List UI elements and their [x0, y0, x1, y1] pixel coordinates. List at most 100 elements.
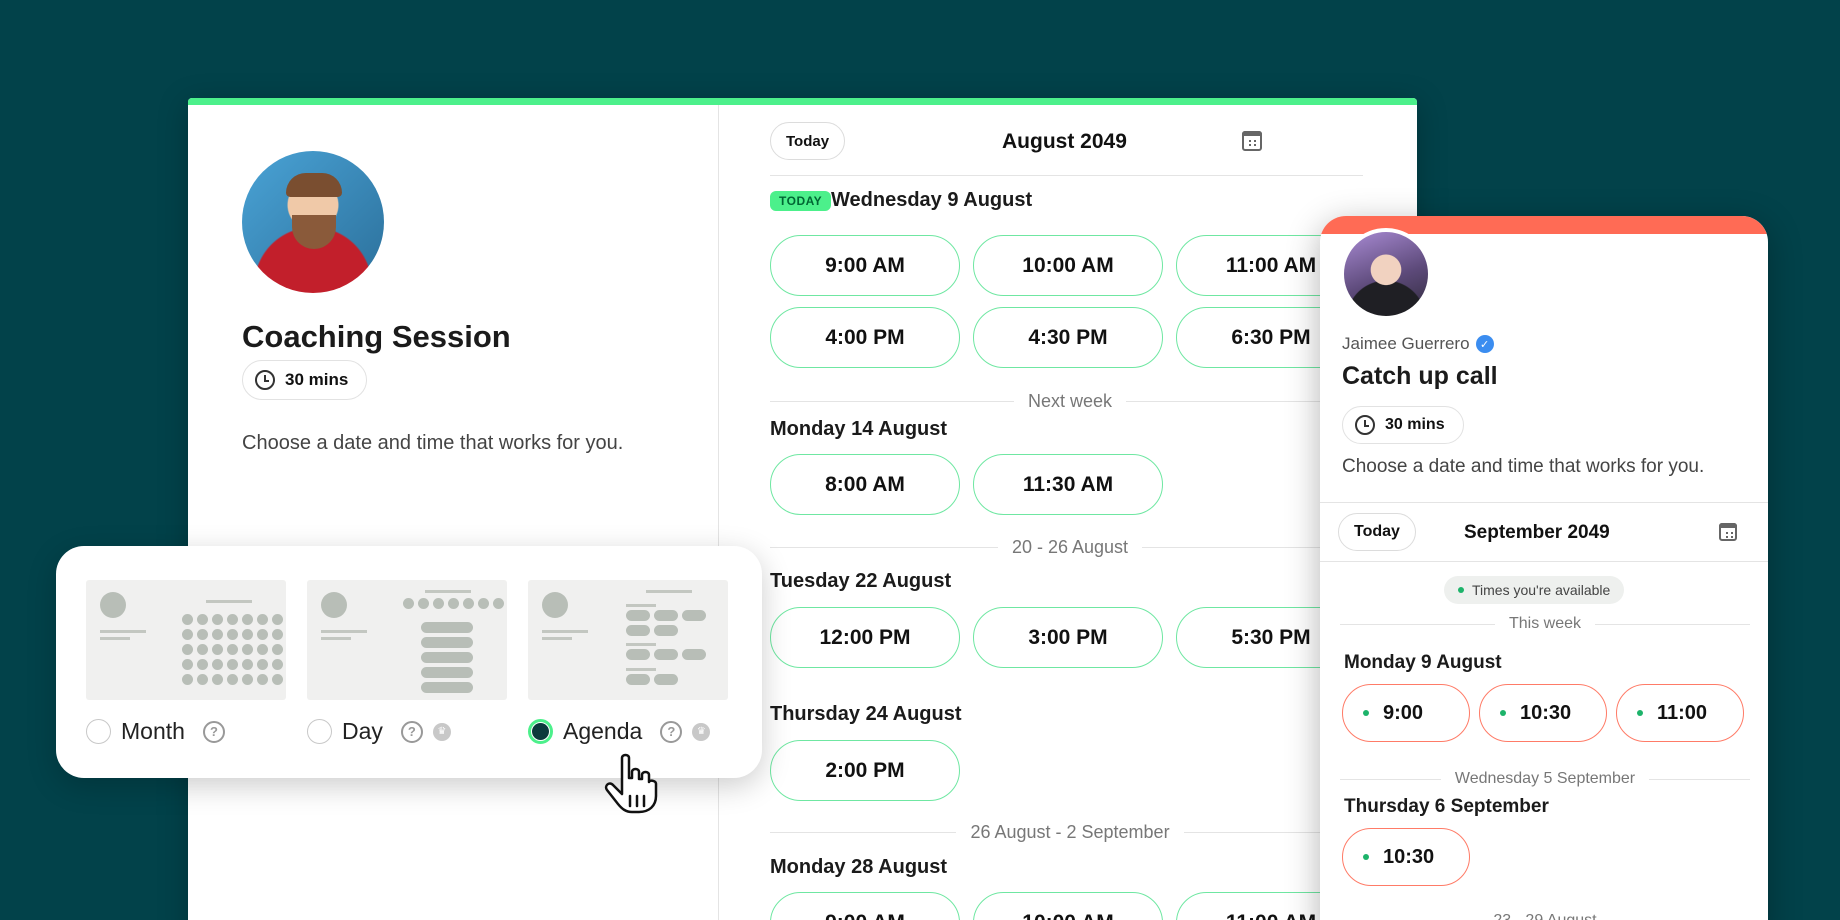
week-separator: Next week: [770, 390, 1371, 411]
preview-slot: [421, 637, 473, 648]
time-slot[interactable]: 11:30 AM: [973, 454, 1163, 515]
preview-slot: [654, 649, 678, 660]
time-slot[interactable]: 9:00 AM: [770, 892, 960, 920]
help-icon[interactable]: ?: [400, 720, 423, 743]
preview-line: [321, 630, 367, 633]
time-slot[interactable]: 10:00 AM: [973, 892, 1163, 920]
day-layout-preview[interactable]: [307, 580, 507, 700]
separator-label: 26 August - 2 September: [970, 821, 1170, 842]
time-slot[interactable]: 3:00 PM: [973, 607, 1163, 668]
day-heading: Monday 28 August: [770, 856, 948, 878]
availability-chip: Times you're available: [1444, 576, 1625, 604]
layout-option-month[interactable]: Month ?: [86, 718, 225, 745]
time-slot-label: 11:00: [1657, 701, 1708, 724]
week-separator: Wednesday 5 September: [1340, 769, 1751, 789]
header-divider: [1320, 561, 1768, 562]
host-name-label: Jaimee Guerrero: [1342, 334, 1470, 353]
hand-cursor-icon: [604, 753, 658, 814]
day-heading: Monday 9 August: [1344, 652, 1502, 673]
preview-avatar: [100, 592, 126, 618]
separator-label: 23 - 29 August: [1479, 912, 1610, 920]
duration-label: 30 mins: [1385, 416, 1445, 433]
preview-line: [100, 637, 130, 640]
host-name: Jaimee Guerrero ✓: [1342, 334, 1494, 354]
host-avatar: [242, 151, 384, 293]
preview-slot: [626, 625, 650, 636]
today-tag: TODAY: [770, 191, 832, 211]
agenda-radio[interactable]: [528, 719, 553, 744]
preview-avatar: [321, 592, 347, 618]
today-button[interactable]: Today: [770, 122, 846, 160]
time-slot-label: 10:30: [1383, 845, 1435, 868]
time-slot[interactable]: 9:00 AM: [770, 235, 960, 296]
available-dot-icon: [1363, 854, 1369, 860]
week-separator: 26 August - 2 September: [770, 822, 1370, 842]
preview-slot: [682, 610, 706, 621]
day-label: Day: [342, 718, 383, 744]
booking-page-card: Coaching Session 30 mins Choose a date a…: [188, 98, 1417, 920]
preview-slot: [654, 610, 678, 621]
layout-option-agenda[interactable]: Agenda ? ♛: [528, 718, 711, 745]
event-description: Choose a date and time that works for yo…: [242, 432, 624, 454]
calendar-icon[interactable]: [1719, 523, 1737, 541]
month-title: August 2049: [1002, 130, 1127, 153]
day-radio[interactable]: [307, 719, 332, 744]
preview-slot: [421, 682, 473, 693]
avatar-hair: [286, 173, 342, 197]
preview-slot: [626, 610, 650, 621]
time-slot[interactable]: 9:00: [1342, 684, 1470, 742]
time-slot[interactable]: 10:30: [1342, 828, 1470, 886]
time-slot[interactable]: 10:30: [1479, 684, 1607, 742]
time-slot[interactable]: 12:00 PM: [770, 607, 960, 668]
day-heading: Wednesday 9 August: [831, 189, 1033, 211]
day-heading: Tuesday 22 August: [770, 570, 952, 592]
available-dot-icon: [1363, 710, 1369, 716]
availability-label: Times you're available: [1472, 582, 1611, 598]
separator-label: Wednesday 5 September: [1454, 770, 1636, 787]
preview-line: [321, 637, 351, 640]
month-radio[interactable]: [86, 719, 111, 744]
layout-option-day[interactable]: Day ? ♛: [307, 718, 451, 745]
available-dot-icon: [1500, 710, 1506, 716]
host-avatar: [1340, 228, 1432, 320]
preview-line: [542, 637, 572, 640]
preview-avatar: [542, 592, 568, 618]
month-layout-preview[interactable]: [86, 580, 286, 700]
available-dot-icon: [1637, 710, 1643, 716]
time-slot[interactable]: 10:00 AM: [973, 235, 1163, 296]
separator-label: This week: [1508, 615, 1582, 632]
preview-calendar-grid: [182, 614, 283, 685]
preview-slot: [654, 625, 678, 636]
time-slot[interactable]: 11:00: [1616, 684, 1744, 742]
clock-icon: [1355, 415, 1375, 435]
time-slot[interactable]: 4:30 PM: [973, 307, 1163, 368]
agenda-layout-preview[interactable]: [528, 580, 728, 700]
today-button[interactable]: Today: [1338, 513, 1416, 551]
verified-icon: ✓: [1475, 335, 1494, 353]
week-separator: This week: [1340, 614, 1750, 634]
time-slot[interactable]: 8:00 AM: [770, 454, 960, 515]
separator-label: Next week: [1027, 390, 1113, 411]
section-divider: [1320, 502, 1768, 503]
preview-slot: [654, 674, 678, 685]
preview-day-strip: [403, 598, 504, 609]
duration-badge: 30 mins: [1342, 406, 1464, 444]
help-icon[interactable]: ?: [202, 720, 225, 743]
avatar-beard: [292, 215, 336, 249]
time-slot[interactable]: 2:00 PM: [770, 740, 960, 801]
preview-line: [626, 604, 656, 607]
booking-widget: Jaimee Guerrero ✓ Catch up call 30 mins …: [1320, 216, 1768, 920]
crown-icon: ♛: [692, 722, 711, 741]
calendar-icon[interactable]: [1242, 131, 1262, 151]
duration-label: 30 mins: [285, 370, 349, 389]
preview-line: [646, 590, 692, 593]
help-icon[interactable]: ?: [660, 720, 683, 743]
week-separator: 23 - 29 August: [1340, 911, 1750, 920]
header-divider: [770, 175, 1363, 176]
time-slot[interactable]: 4:00 PM: [770, 307, 960, 368]
event-title: Catch up call: [1342, 362, 1498, 390]
preview-slot: [626, 674, 650, 685]
month-label: Month: [121, 718, 185, 744]
day-heading: Monday 14 August: [770, 418, 948, 440]
time-slot-label: 10:30: [1520, 701, 1572, 724]
